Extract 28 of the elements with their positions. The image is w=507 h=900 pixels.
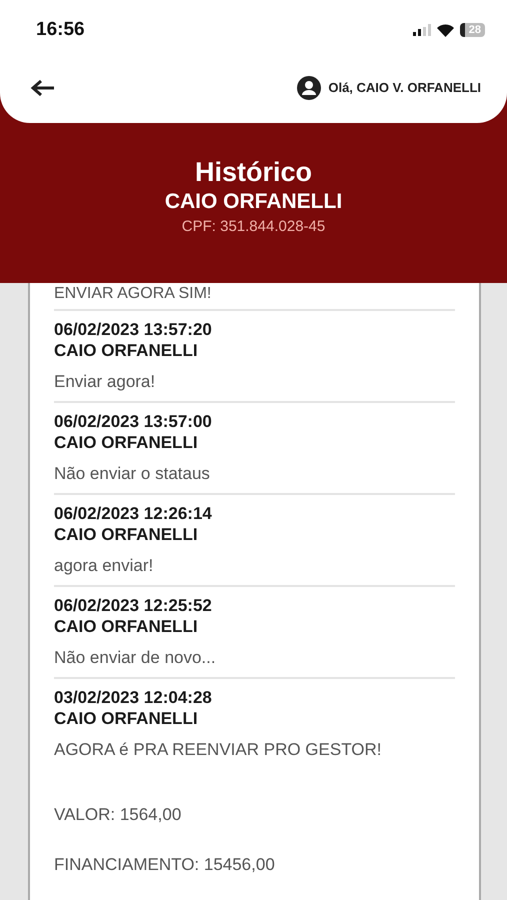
history-message: agora enviar! [54, 555, 154, 577]
wifi-icon [436, 24, 454, 36]
client-name: CAIO ORFANELLI [164, 190, 342, 214]
entry-datetime: 06/02/2023 12:25:52 [54, 595, 213, 616]
history-message: Enviar agora! [54, 371, 156, 393]
greeting: Olá, CAIO V. ORFANELLI [328, 80, 481, 95]
entry-author: CAIO ORFANELLI [54, 340, 199, 361]
history-message: ENVIAR AGORA SIM! [54, 283, 455, 311]
entry-author: CAIO ORFANELLI [54, 616, 199, 637]
battery-icon: 28 [460, 23, 485, 37]
history-message: AGORA é PRA REENVIAR PRO GESTOR! [54, 739, 382, 761]
history-message: Não enviar o stataus [54, 463, 211, 485]
page-title: Histórico [194, 157, 312, 188]
detail-line: FINANCIAMENTO: 15456,00 [54, 855, 276, 875]
cpf-text: CPF: 351.844.028-45 [182, 218, 326, 235]
entry-datetime: 06/02/2023 12:26:14 [54, 503, 213, 524]
entry-author: CAIO ORFANELLI [54, 524, 199, 545]
entry-datetime: 06/02/2023 13:57:00 [54, 411, 213, 432]
history-message: Não enviar de novo... [54, 647, 217, 669]
status-time: 16:56 [36, 19, 85, 41]
detail-line: VALOR: 1564,00 [54, 805, 182, 825]
signal-icon [412, 24, 431, 36]
entry-author: CAIO ORFANELLI [54, 708, 199, 729]
entry-datetime: 06/02/2023 13:57:20 [54, 319, 213, 340]
entry-author: CAIO ORFANELLI [54, 432, 199, 453]
entry-datetime: 03/02/2023 12:04:28 [54, 687, 213, 708]
user-icon [297, 76, 322, 100]
back-button[interactable] [30, 78, 56, 98]
